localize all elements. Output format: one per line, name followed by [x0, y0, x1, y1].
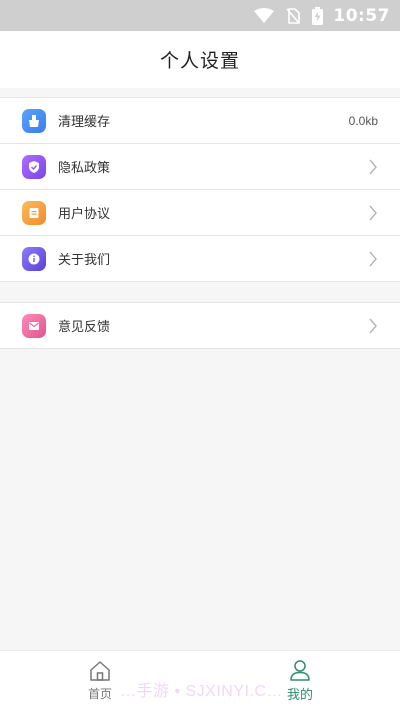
tab-home[interactable]: 首页 [0, 651, 200, 711]
settings-group-feedback: 意见反馈 [0, 302, 400, 349]
settings-group-main: 清理缓存 0.0kb 隐私政策 用户协议 关于我们 [0, 97, 400, 282]
chevron-right-icon [369, 205, 377, 220]
settings-item-label: 意见反馈 [58, 320, 111, 335]
settings-item-label: 用户协议 [58, 207, 111, 222]
settings-item-privacy-policy[interactable]: 隐私政策 [0, 144, 400, 190]
user-icon [290, 660, 310, 681]
wifi-icon [254, 7, 275, 24]
cache-size-value: 0.0kb [348, 113, 378, 128]
home-icon [90, 661, 110, 681]
chevron-right-icon [369, 251, 377, 266]
settings-item-label: 隐私政策 [58, 161, 111, 176]
settings-item-clear-cache[interactable]: 清理缓存 0.0kb [0, 98, 400, 144]
tab-mine[interactable]: 我的 [200, 651, 400, 711]
broom-icon [22, 108, 46, 133]
mail-icon [22, 313, 46, 338]
chevron-right-icon [369, 159, 377, 174]
shield-check-icon [22, 154, 46, 179]
info-icon [22, 246, 46, 271]
title-bar: 个人设置 [0, 31, 400, 88]
settings-item-label: 关于我们 [58, 253, 111, 268]
bottom-tab-bar: 首页 我的 [0, 650, 400, 711]
clock: 10:57 [333, 5, 390, 26]
chevron-right-icon [369, 318, 377, 333]
page-title: 个人设置 [159, 50, 240, 72]
settings-item-about-us[interactable]: 关于我们 [0, 236, 400, 282]
tab-mine-label: 我的 [286, 688, 313, 703]
settings-item-label: 清理缓存 [58, 115, 111, 130]
battery-charging-icon [312, 6, 324, 25]
document-icon [22, 200, 46, 225]
no-sim-icon [286, 7, 301, 24]
settings-item-feedback[interactable]: 意见反馈 [0, 303, 400, 349]
settings-item-user-agreement[interactable]: 用户协议 [0, 190, 400, 236]
tab-home-label: 首页 [87, 687, 112, 701]
status-bar: 10:57 [0, 0, 400, 31]
